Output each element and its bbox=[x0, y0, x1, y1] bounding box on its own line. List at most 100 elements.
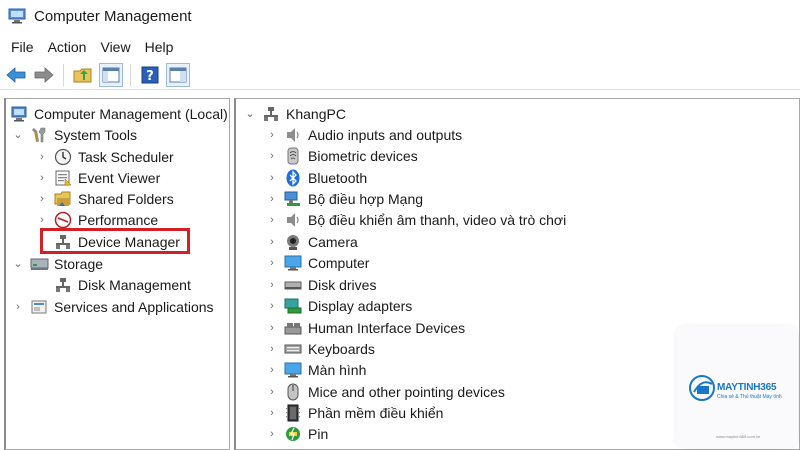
menu-file[interactable]: File bbox=[4, 36, 41, 58]
toolbar-separator bbox=[130, 63, 131, 86]
chevron-right-icon[interactable]: › bbox=[266, 343, 278, 355]
chevron-right-icon[interactable]: › bbox=[266, 257, 278, 269]
chevron-right-icon[interactable]: › bbox=[36, 151, 48, 163]
action-pane-icon bbox=[169, 67, 187, 82]
sound-controller-icon bbox=[284, 211, 302, 229]
network-adapter-icon bbox=[284, 190, 302, 208]
menu-help[interactable]: Help bbox=[138, 36, 181, 58]
device-category-row[interactable]: › Disk drives bbox=[266, 274, 376, 295]
computer-icon bbox=[284, 254, 302, 272]
device-category-row[interactable]: › Keyboards bbox=[266, 338, 375, 359]
chevron-right-icon[interactable]: › bbox=[266, 428, 278, 440]
fingerprint-icon bbox=[284, 147, 302, 165]
chevron-right-icon[interactable]: › bbox=[266, 236, 278, 248]
task-scheduler-icon bbox=[54, 148, 72, 166]
chevron-right-icon[interactable]: › bbox=[266, 407, 278, 419]
menu-bar: File Action View Help bbox=[0, 34, 800, 60]
tree-item-services-and-applications[interactable]: › Services and Applications bbox=[12, 296, 213, 317]
maytinh365-logo-icon bbox=[689, 375, 715, 401]
computer-management-app-icon bbox=[8, 8, 26, 24]
tree-item-system-tools[interactable]: ⌄ System Tools bbox=[12, 124, 137, 145]
watermark-logo: MAYTINH365 Chia sẻ & Thủ thuật Máy tính … bbox=[676, 326, 798, 448]
device-category-row[interactable]: › Mice and other pointing devices bbox=[266, 381, 505, 402]
device-category-row[interactable]: › Computer bbox=[266, 252, 369, 273]
chevron-right-icon[interactable]: › bbox=[266, 279, 278, 291]
back-button[interactable] bbox=[4, 63, 28, 87]
help-icon: ? bbox=[141, 66, 159, 84]
console-tree-pane[interactable]: Computer Management (Local) ⌄ System Too… bbox=[4, 98, 230, 450]
help-button[interactable]: ? bbox=[138, 63, 162, 87]
chevron-right-icon[interactable]: › bbox=[12, 301, 24, 313]
tree-item-performance[interactable]: › Performance bbox=[36, 209, 158, 230]
chevron-down-icon[interactable]: ⌄ bbox=[12, 258, 24, 270]
device-category-row[interactable]: › Bluetooth bbox=[266, 167, 367, 188]
chevron-right-icon[interactable]: › bbox=[266, 300, 278, 312]
show-hide-console-tree-button[interactable] bbox=[99, 62, 123, 87]
services-icon bbox=[30, 298, 48, 316]
battery-icon bbox=[284, 425, 302, 443]
tree-item-event-viewer[interactable]: › Event Viewer bbox=[36, 167, 160, 188]
chevron-right-icon[interactable]: › bbox=[266, 386, 278, 398]
chevron-right-icon[interactable]: › bbox=[36, 193, 48, 205]
watermark-tagline: Chia sẻ & Thủ thuật Máy tính bbox=[717, 394, 782, 400]
storage-icon bbox=[30, 255, 49, 273]
device-category-row[interactable]: › Pin bbox=[266, 423, 328, 444]
forward-arrow-icon bbox=[34, 66, 54, 83]
camera-icon bbox=[284, 233, 302, 251]
chevron-right-icon[interactable]: › bbox=[36, 172, 48, 184]
menu-action[interactable]: Action bbox=[41, 36, 94, 58]
window-title: Computer Management bbox=[34, 7, 192, 25]
device-manager-icon bbox=[262, 105, 280, 123]
chevron-right-icon[interactable]: › bbox=[266, 322, 278, 334]
display-adapter-icon bbox=[284, 297, 302, 315]
tree-item-task-scheduler[interactable]: › Task Scheduler bbox=[36, 146, 174, 167]
chevron-down-icon[interactable]: ⌄ bbox=[244, 108, 256, 120]
title-bar: Computer Management bbox=[0, 0, 800, 32]
mouse-icon bbox=[284, 383, 302, 401]
chevron-right-icon[interactable]: › bbox=[266, 129, 278, 141]
tree-item-disk-management[interactable]: Disk Management bbox=[54, 274, 191, 295]
device-category-row[interactable]: › Màn hình bbox=[266, 359, 366, 380]
tree-item-storage[interactable]: ⌄ Storage bbox=[12, 253, 103, 274]
bluetooth-icon bbox=[284, 169, 302, 187]
menu-view[interactable]: View bbox=[93, 36, 137, 58]
keyboard-icon bbox=[284, 340, 302, 358]
device-category-row[interactable]: › Biometric devices bbox=[266, 145, 418, 166]
device-category-row[interactable]: › Human Interface Devices bbox=[266, 317, 465, 338]
device-category-row[interactable]: › Audio inputs and outputs bbox=[266, 124, 462, 145]
console-tree-icon bbox=[102, 67, 120, 82]
chevron-right-icon[interactable]: › bbox=[266, 172, 278, 184]
back-arrow-icon bbox=[6, 66, 26, 83]
folder-up-icon bbox=[73, 68, 92, 82]
device-category-row[interactable]: › Bộ điều hợp Mạng bbox=[266, 188, 423, 209]
chevron-right-icon[interactable]: › bbox=[266, 193, 278, 205]
chevron-down-icon[interactable]: ⌄ bbox=[12, 129, 24, 141]
chevron-right-icon[interactable]: › bbox=[36, 214, 48, 226]
device-category-row[interactable]: › Camera bbox=[266, 231, 358, 252]
disk-management-icon bbox=[54, 276, 72, 294]
device-category-row[interactable]: › Bộ điều khiển âm thanh, video và trò c… bbox=[266, 209, 566, 230]
device-manager-highlight-box bbox=[40, 228, 190, 254]
toolbar-separator bbox=[63, 63, 64, 86]
show-hide-action-pane-button[interactable] bbox=[166, 62, 190, 87]
hid-icon bbox=[284, 319, 302, 337]
forward-button[interactable] bbox=[32, 63, 56, 87]
watermark-url: www.maytinh365.com.vn bbox=[716, 434, 761, 439]
event-viewer-icon bbox=[54, 169, 72, 187]
performance-icon bbox=[54, 211, 72, 229]
tree-item-shared-folders[interactable]: › Shared Folders bbox=[36, 188, 174, 209]
up-one-level-button[interactable] bbox=[71, 63, 95, 87]
shared-folders-icon bbox=[54, 190, 72, 208]
tree-root-computer[interactable]: ⌄ KhangPC bbox=[244, 103, 346, 124]
toolbar: ? bbox=[0, 60, 800, 90]
chevron-right-icon[interactable]: › bbox=[266, 364, 278, 376]
tree-item-computer-management[interactable]: Computer Management (Local) bbox=[10, 103, 228, 124]
chevron-right-icon[interactable]: › bbox=[266, 214, 278, 226]
computer-management-icon bbox=[10, 105, 28, 123]
device-category-row[interactable]: › Phần mềm điều khiển bbox=[266, 402, 443, 423]
chevron-right-icon[interactable]: › bbox=[266, 150, 278, 162]
monitor-icon bbox=[284, 361, 302, 379]
watermark-brand: MAYTINH365 bbox=[717, 382, 777, 393]
disk-drive-icon bbox=[284, 276, 302, 294]
device-category-row[interactable]: › Display adapters bbox=[266, 295, 412, 316]
